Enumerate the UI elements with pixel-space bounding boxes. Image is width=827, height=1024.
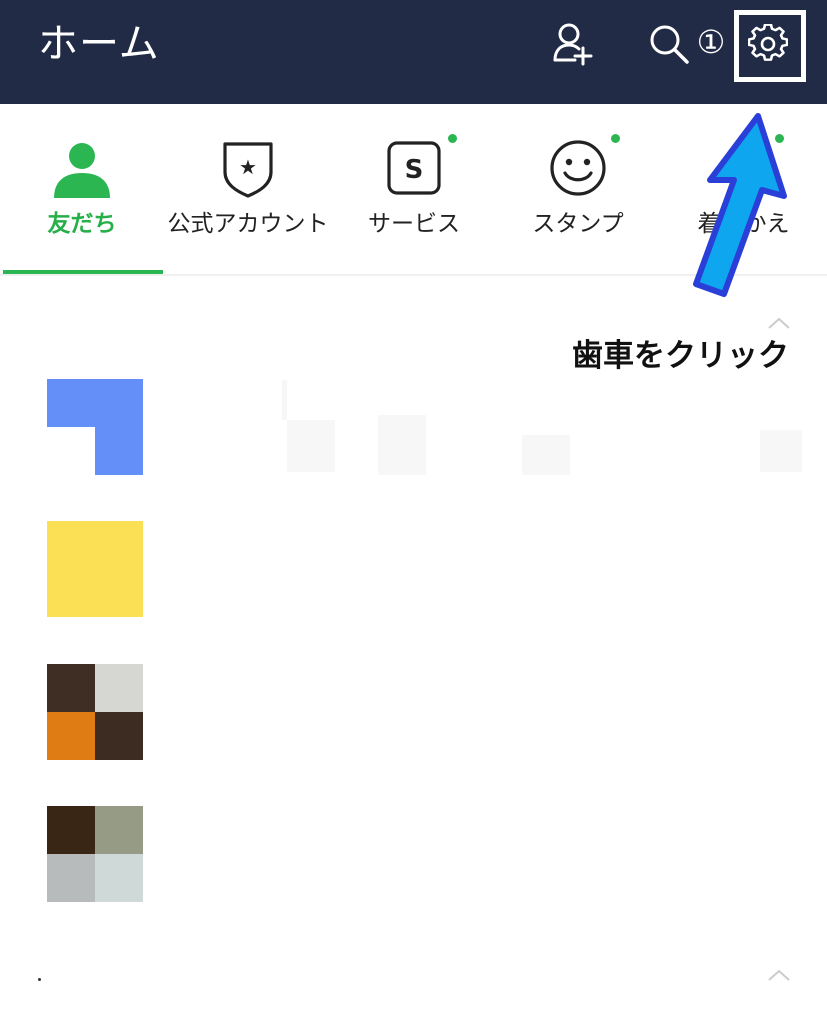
person-icon — [54, 143, 110, 198]
step-number-label: ① — [696, 23, 726, 61]
faint-artifact — [522, 435, 570, 475]
tab-services[interactable]: S サービス — [332, 104, 496, 274]
tab-label: 公式アカウント — [167, 211, 329, 237]
top-header-bar: ホーム ① — [0, 0, 827, 104]
list-item-avatar[interactable] — [47, 379, 143, 475]
settings-button[interactable] — [746, 22, 790, 66]
add-friend-icon — [553, 23, 593, 66]
gear-icon — [748, 24, 788, 61]
stray-dot — [38, 978, 41, 981]
list-item-avatar[interactable] — [47, 521, 143, 617]
faint-artifact — [282, 380, 287, 420]
list-item-avatar[interactable] — [47, 664, 143, 760]
page-title: ホーム — [38, 21, 160, 67]
instruction-annotation: 歯車をクリック — [572, 338, 789, 374]
svg-text:★: ★ — [239, 155, 257, 179]
service-s-icon: S — [387, 141, 441, 195]
tab-stickers[interactable]: スタンプ — [496, 104, 660, 274]
tab-official-accounts[interactable]: ★ 公式アカウント — [164, 104, 332, 274]
add-friend-button[interactable] — [547, 20, 595, 68]
tab-friends[interactable]: 友だち — [0, 104, 164, 274]
list-item-avatar[interactable] — [47, 806, 143, 902]
collapse-chevron-icon[interactable] — [767, 968, 791, 982]
active-tab-indicator — [3, 270, 163, 274]
svg-text:S: S — [405, 155, 424, 185]
collapse-chevron-icon[interactable] — [767, 316, 791, 330]
faint-artifact — [378, 415, 426, 475]
new-indicator-dot — [448, 134, 457, 143]
new-indicator-dot — [611, 134, 620, 143]
faint-artifact — [287, 420, 335, 472]
official-badge-icon: ★ — [223, 142, 273, 198]
search-icon — [650, 25, 689, 64]
tab-label: 友だち — [47, 211, 117, 237]
pointer-arrow-icon — [693, 113, 787, 297]
tab-label: スタンプ — [532, 211, 624, 237]
search-button[interactable] — [645, 20, 693, 68]
faint-artifact — [760, 430, 802, 472]
smiley-icon — [550, 140, 606, 196]
tab-label: サービス — [368, 211, 460, 237]
